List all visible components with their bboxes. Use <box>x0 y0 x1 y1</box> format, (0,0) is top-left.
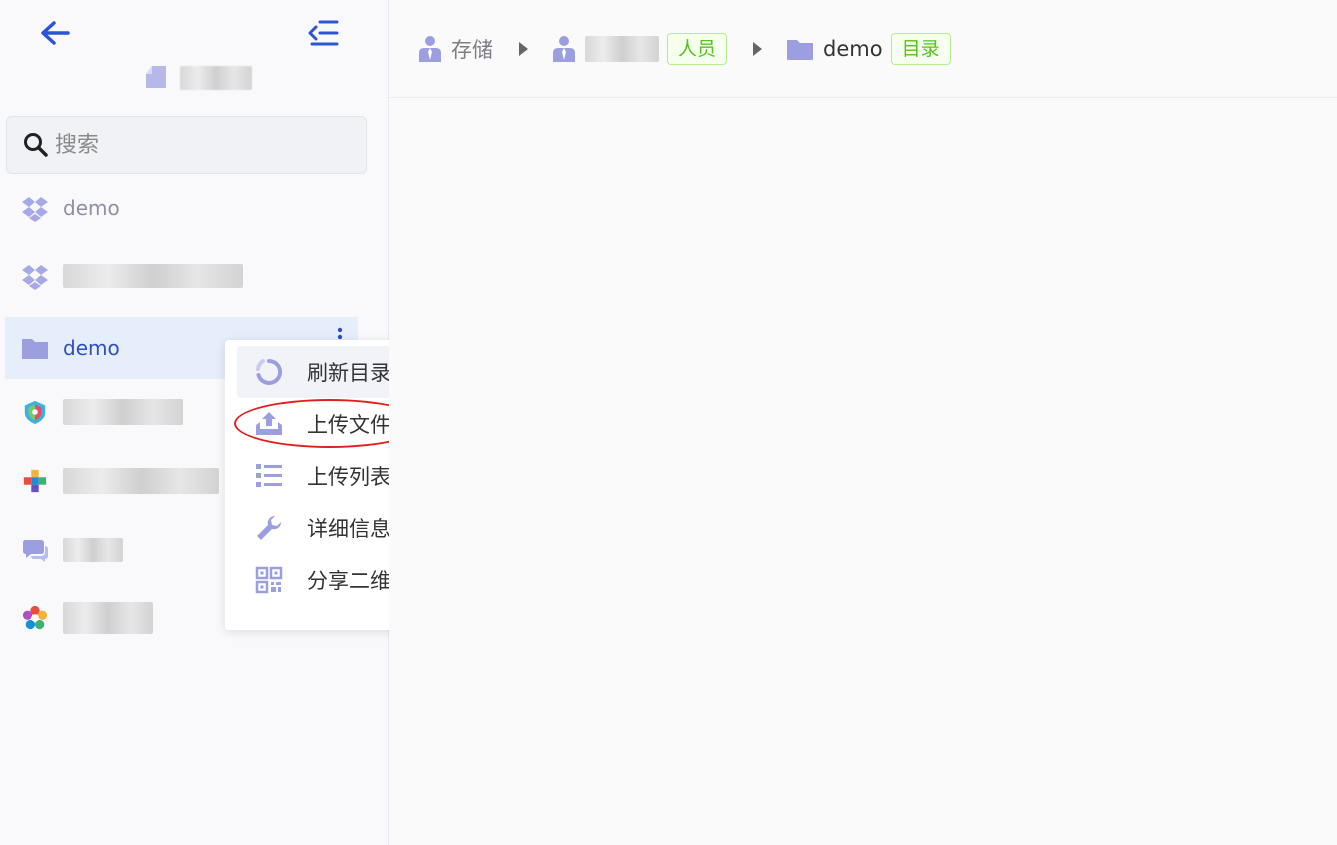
app-root: ███████ demo ███████ <box>0 0 1337 845</box>
arrow-left-icon <box>41 21 70 45</box>
sidebar-item-label: demo <box>63 336 120 360</box>
menu-item-label: 上传文件 <box>307 413 391 437</box>
breadcrumb-item-folder[interactable]: demo 目录 <box>785 32 951 65</box>
indent-icon <box>308 20 339 46</box>
caret-right-icon <box>519 41 528 56</box>
app-flower-icon <box>21 604 49 632</box>
chat-icon <box>21 536 49 564</box>
dropbox-icon <box>21 194 49 222</box>
sidebar-item-label: ████████ <box>63 468 219 494</box>
breadcrumb-label: 存储 <box>451 37 493 62</box>
back-button[interactable] <box>38 18 72 48</box>
folder-icon <box>787 39 814 60</box>
upload-icon <box>255 410 283 438</box>
main-content: 存储 ██████ 人员 demo <box>389 0 1337 845</box>
user-info: ███████ <box>144 62 252 94</box>
search-input[interactable] <box>55 132 335 158</box>
sidebar-item-label: ██████████████ <box>63 264 243 288</box>
sidebar-item-label: demo <box>63 196 120 220</box>
refresh-icon <box>255 358 283 386</box>
breadcrumb-label: demo <box>823 36 883 61</box>
menu-item-label: 刷新目录 <box>307 361 391 385</box>
breadcrumb-label: ██████ <box>585 35 659 62</box>
sidebar-item-storage-2[interactable]: ██████████████ <box>5 245 358 307</box>
app-puzzle-icon <box>21 467 49 495</box>
person-icon <box>419 35 441 62</box>
wrench-icon <box>255 514 283 542</box>
dropbox-icon <box>21 262 49 290</box>
type-tag: 人员 <box>667 32 728 65</box>
sidebar-item-label: ██████ <box>63 399 183 425</box>
type-tag: 目录 <box>890 32 951 65</box>
collapse-sidebar-button[interactable] <box>306 18 340 48</box>
search-box[interactable] <box>6 116 367 174</box>
breadcrumb-item-person[interactable]: ██████ 人员 <box>551 32 728 65</box>
caret-right-icon <box>753 41 763 56</box>
user-name: ███████ <box>180 66 252 90</box>
app-shield-icon <box>21 398 49 426</box>
sidebar-item-storage-demo[interactable]: demo <box>5 177 358 239</box>
person-icon <box>553 35 575 62</box>
sidebar: ███████ demo ███████ <box>0 0 441 845</box>
qrcode-icon <box>255 566 283 594</box>
breadcrumb-item-storage[interactable]: 存储 <box>417 34 493 64</box>
search-icon <box>24 133 48 157</box>
menu-item-label: 详细信息 <box>307 517 391 541</box>
menu-item-label: 上传列表 <box>307 465 391 489</box>
user-file-icon <box>146 66 166 88</box>
breadcrumb: 存储 ██████ 人员 demo <box>389 0 1337 98</box>
folder-icon <box>21 334 49 362</box>
sidebar-item-label: ███ <box>63 538 123 562</box>
sidebar-item-label: █████ <box>63 602 153 634</box>
list-icon <box>255 462 283 490</box>
